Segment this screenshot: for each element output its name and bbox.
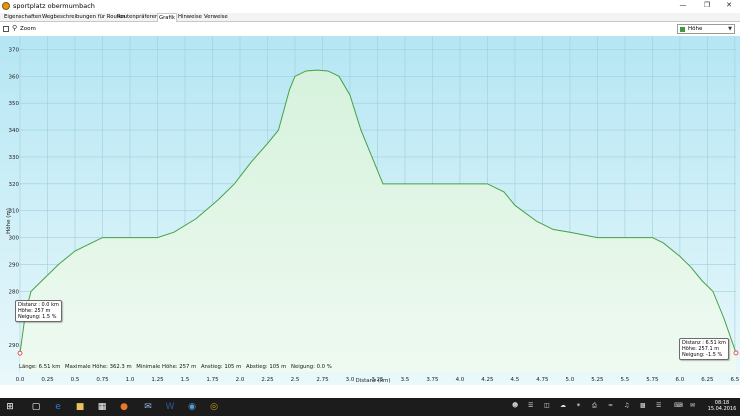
x-tick-label: 2.0	[236, 377, 245, 383]
edge-browser-icon[interactable]: e	[52, 401, 64, 413]
task-view-icon[interactable]: ▢	[30, 401, 42, 413]
series-select-value: Höhe	[688, 26, 703, 32]
wifi-icon[interactable]: ≈	[608, 402, 613, 409]
x-tick-label: 2.75	[316, 377, 329, 383]
y-tick-label: 360	[9, 74, 20, 80]
summary-descent: Abstieg: 105 m	[245, 364, 287, 370]
end-point-marker	[733, 350, 739, 356]
window-title: sportplatz obermumbach	[13, 2, 95, 10]
x-tick-label: 3.5	[401, 377, 410, 383]
taskbar: ⊞ ▢ e ■ ▦ ● ✉ W ◉ ◎ ☻ ☰ ◫ ☁ ✴ ⎙ ≈ ♫ ▩ ☰ …	[0, 398, 740, 416]
zoom-checkbox[interactable]	[3, 26, 9, 32]
x-tick-label: 0.75	[96, 377, 109, 383]
file-explorer-icon[interactable]: ■	[74, 401, 86, 413]
app-icon	[2, 2, 10, 10]
chevron-down-icon: ▼	[728, 26, 732, 32]
clock-date: 15.04.2016	[707, 406, 737, 412]
y-tick-label: 370	[9, 47, 20, 53]
y-tick-label: 280	[9, 289, 20, 295]
y-tick-label: 330	[9, 155, 20, 161]
x-tick-label: 1.75	[206, 377, 219, 383]
x-tick-label: 5.5	[621, 377, 630, 383]
tab-eigenschaften[interactable]: Eigenschaften	[3, 13, 43, 22]
chat-icon[interactable]: ✉	[690, 402, 695, 409]
series-select[interactable]: Höhe ▼	[677, 24, 735, 34]
x-tick-label: 6.5	[731, 377, 740, 383]
x-tick-label: 0.0	[16, 377, 25, 383]
tab-verweise[interactable]: Verweise	[203, 13, 229, 22]
tab-wegbeschreibungen[interactable]: Wegbeschreibungen für Routen	[41, 13, 127, 22]
people-icon[interactable]: ☻	[512, 402, 518, 409]
tab-bar: Eigenschaften Wegbeschreibungen für Rout…	[0, 13, 740, 23]
mail-icon[interactable]: ✉	[142, 401, 154, 413]
x-tick-label: 1.5	[181, 377, 190, 383]
end-info-grade: Neigung: -1.5 %	[682, 352, 723, 358]
x-tick-label: 6.25	[701, 377, 714, 383]
firefox-icon[interactable]: ●	[118, 401, 130, 413]
chart-toolbar: ⚲ Zoom	[0, 22, 740, 36]
y-tick-label: 290	[9, 262, 20, 268]
x-tick-label: 4.25	[481, 377, 494, 383]
battery-icon[interactable]: ◫	[544, 402, 550, 409]
tab-hinweise[interactable]: Hinweise	[177, 13, 203, 22]
x-tick-label: 3.0	[346, 377, 355, 383]
x-tick-label: 3.75	[426, 377, 439, 383]
language-icon[interactable]: ⌨	[674, 402, 683, 409]
title-bar: sportplatz obermumbach — ❐ ✕	[0, 0, 740, 13]
x-tick-label: 6.0	[676, 377, 685, 383]
x-tick-label: 5.75	[646, 377, 659, 383]
summary-grade: Neigung: 0.0 %	[291, 364, 332, 370]
start-info-grade: Neigung: 1.5 %	[18, 314, 57, 320]
series-color-swatch	[680, 27, 685, 32]
summary-min-height: Minimale Höhe: 257 m	[136, 364, 197, 370]
start-point-marker	[17, 350, 23, 356]
x-tick-label: 5.0	[566, 377, 575, 383]
action-center-icon[interactable]: ☰	[656, 402, 661, 409]
x-tick-label: 1.25	[151, 377, 164, 383]
globe-icon[interactable]: ◉	[186, 401, 198, 413]
x-tick-label: 5.25	[591, 377, 604, 383]
summary-ascent: Anstieg: 105 m	[200, 364, 242, 370]
y-tick-label: 340	[9, 128, 20, 134]
x-tick-label: 2.5	[291, 377, 300, 383]
zoom-label: Zoom	[20, 26, 36, 32]
onedrive-icon[interactable]: ☁	[560, 402, 566, 409]
x-tick-label: 1.0	[126, 377, 135, 383]
close-button[interactable]: ✕	[718, 0, 740, 11]
printer-icon[interactable]: ⎙	[592, 402, 597, 410]
y-tick-label: 290	[9, 343, 20, 349]
summary-max-height: Maximale Höhe: 362.3 m	[65, 364, 132, 370]
network-icon[interactable]: ☰	[528, 402, 533, 409]
x-tick-label: 2.25	[261, 377, 274, 383]
y-tick-label: 320	[9, 182, 20, 188]
x-tick-label: 0.25	[41, 377, 54, 383]
x-tick-label: 4.75	[536, 377, 549, 383]
x-tick-label: 4.0	[456, 377, 465, 383]
windows-start-icon[interactable]: ⊞	[4, 401, 16, 413]
route-app-icon[interactable]: ◎	[208, 401, 220, 413]
y-tick-label: 350	[9, 101, 20, 107]
magnifier-icon[interactable]: ⚲	[12, 24, 17, 32]
x-axis-label: Distanz (km)	[355, 378, 390, 384]
display-icon[interactable]: ▩	[640, 402, 646, 409]
summary-length: Länge: 6.51 km	[19, 364, 61, 370]
volume-icon[interactable]: ♫	[624, 402, 629, 409]
word-icon[interactable]: W	[164, 401, 176, 413]
maximize-button[interactable]: ❐	[696, 0, 718, 11]
y-tick-label: 300	[9, 236, 20, 242]
y-axis-label: Höhe (m)	[6, 208, 12, 234]
x-tick-label: 4.5	[511, 377, 520, 383]
taskbar-clock[interactable]: 08:18 15.04.2016	[706, 400, 738, 412]
minimize-button[interactable]: —	[672, 0, 694, 11]
elevation-chart: 290280290300310320330340350360370 0.0 0.2…	[0, 36, 740, 385]
route-summary: Länge: 6.51 km Maximale Höhe: 362.3 m Mi…	[19, 364, 335, 370]
x-tick-label: 0.5	[71, 377, 80, 383]
end-point-info: Distanz : 6.51 km Höhe: 257.1 m Neigung:…	[679, 338, 730, 360]
bluetooth-icon[interactable]: ✴	[576, 402, 581, 409]
start-point-info: Distanz : 0.0 km Höhe: 257 m Neigung: 1.…	[15, 300, 62, 322]
tab-routenpraeferenz[interactable]: Routenpräferenz	[116, 13, 162, 22]
store-icon[interactable]: ▦	[96, 401, 108, 413]
